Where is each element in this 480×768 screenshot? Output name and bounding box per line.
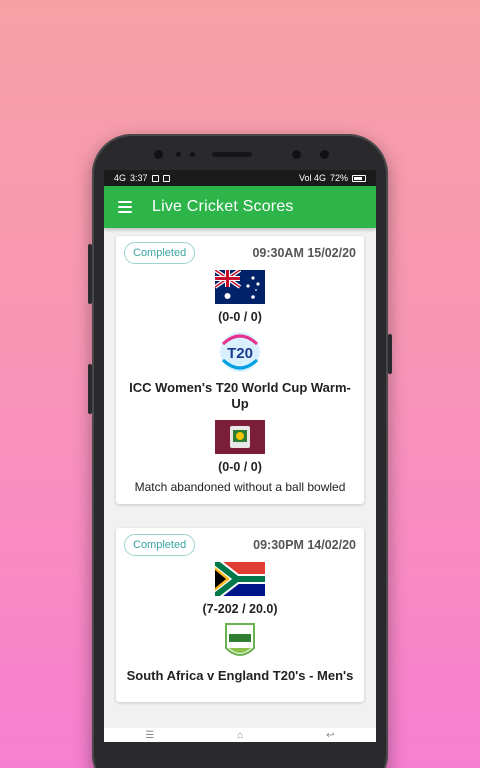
app-bar: Live Cricket Scores: [104, 186, 376, 228]
match-card[interactable]: Completed 09:30PM 14/02/20 (7-202 / 20.0…: [116, 528, 364, 702]
match-card[interactable]: Completed 09:30AM 15/02/20 (0-0 / 0) T20…: [116, 236, 364, 504]
network-label: 4G: [114, 173, 127, 183]
phone-frame: 4G 3:37 Vol 4G 72% Live Cricket Scores C…: [88, 134, 392, 768]
status-badge: Completed: [124, 242, 196, 264]
svg-text:T20: T20: [227, 345, 253, 362]
notification-icon: [151, 174, 159, 182]
notification-icon: [162, 174, 170, 182]
match-datetime: 09:30PM 14/02/20: [253, 538, 356, 552]
iris-sensor: [292, 150, 301, 159]
match-datetime: 09:30AM 15/02/20: [252, 246, 356, 260]
team1-score: (0-0 / 0): [218, 310, 262, 324]
nav-bar: ☰ ⌂ ↩: [104, 728, 376, 742]
international-series-logo-icon: [225, 623, 255, 656]
battery-icon: [352, 174, 366, 182]
app-screen: 4G 3:37 Vol 4G 72% Live Cricket Scores C…: [104, 170, 376, 742]
home-icon[interactable]: ⌂: [237, 730, 243, 741]
iris-sensor: [320, 150, 329, 159]
clock: 3:37: [130, 173, 148, 183]
back-icon[interactable]: ↩: [326, 730, 334, 741]
sensor: [190, 152, 195, 157]
hamburger-icon[interactable]: [118, 201, 132, 213]
menu-icon[interactable]: ☰: [145, 730, 154, 741]
battery-percent: 72%: [329, 173, 348, 183]
series-name: ICC Women's T20 World Cup Warm-Up: [129, 380, 351, 411]
series-name: South Africa v England T20's - Men's: [126, 668, 354, 683]
match-result: Match abandoned without a ball bowled: [134, 480, 346, 494]
west-indies-flag-icon: [215, 420, 265, 454]
team2-score: (0-0 / 0): [218, 460, 262, 474]
sensor: [176, 152, 181, 157]
australia-flag-icon: [215, 270, 265, 304]
south-africa-flag-icon: [215, 562, 265, 596]
power-button: [88, 364, 92, 414]
match-list: Completed 09:30AM 15/02/20 (0-0 / 0) T20…: [104, 228, 376, 702]
team1-score: (7-202 / 20.0): [202, 602, 278, 616]
app-title: Live Cricket Scores: [152, 198, 294, 215]
front-camera: [154, 150, 163, 159]
status-bar: 4G 3:37 Vol 4G 72%: [104, 170, 376, 186]
status-badge: Completed: [124, 534, 196, 556]
earpiece-speaker: [212, 152, 252, 157]
side-button: [388, 334, 392, 374]
volume-button: [88, 244, 92, 304]
signal-label: Vol 4G: [298, 173, 326, 183]
t20-world-cup-logo-icon: T20: [220, 332, 260, 372]
